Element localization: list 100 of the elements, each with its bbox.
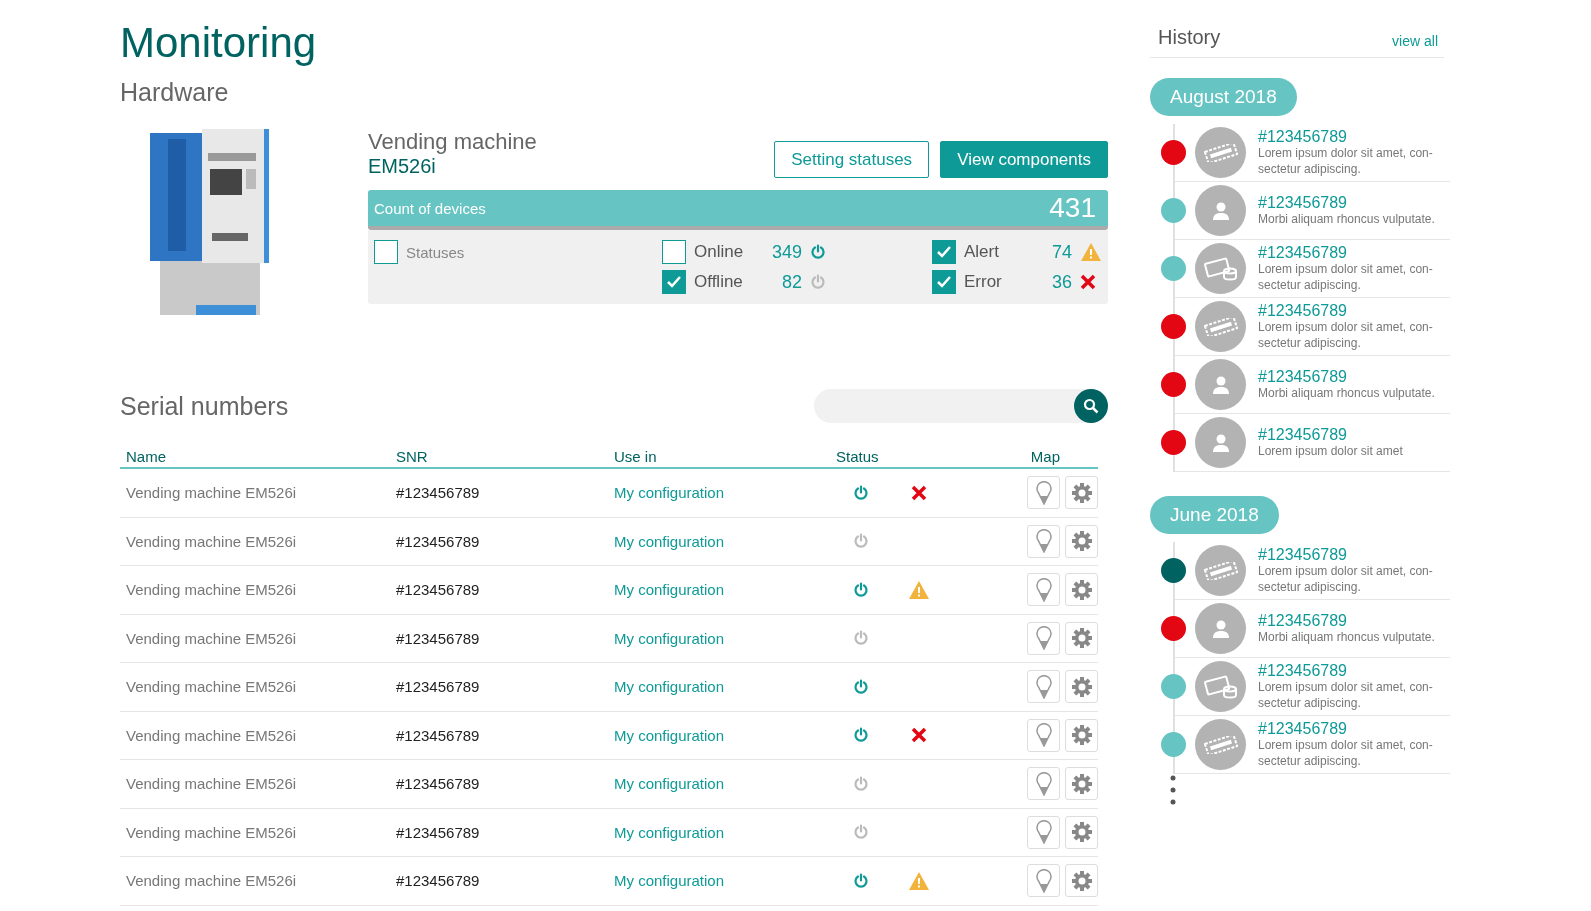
power-icon <box>853 533 869 550</box>
table-cell-text: #123456789 <box>396 726 481 744</box>
history-id[interactable]: #123456789 <box>1258 367 1448 386</box>
history-description: Morbi aliquam rhoncus vulputate. <box>1258 629 1436 646</box>
filter-label: Offline <box>694 272 744 293</box>
map-pin-icon <box>1035 771 1052 796</box>
table-cell-text: #123456789 <box>396 678 481 696</box>
warning-icon <box>1080 242 1102 263</box>
gear-icon <box>1070 675 1093 698</box>
history-id[interactable]: #123456789 <box>1258 425 1448 444</box>
section-title: Serial numbers <box>120 391 289 421</box>
configuration-link[interactable]: My configuration <box>614 872 836 890</box>
gear-icon <box>1070 869 1093 892</box>
settings-button[interactable] <box>1065 573 1098 607</box>
history-id[interactable]: #123456789 <box>1258 545 1448 564</box>
table-cell-text: Vending machine EM526i <box>126 775 298 793</box>
checkbox[interactable] <box>932 240 956 265</box>
settings-button[interactable] <box>1065 767 1098 801</box>
history-id[interactable]: #123456789 <box>1258 661 1448 680</box>
filter-label: Online <box>694 242 745 263</box>
table-cell-text: Vending machine EM526i <box>126 678 298 696</box>
settings-button[interactable] <box>1065 476 1098 510</box>
primary-button[interactable]: View components <box>940 141 1108 179</box>
map-button[interactable] <box>1027 767 1060 801</box>
search-button[interactable] <box>1074 389 1108 424</box>
table-cell-text: Vending machine EM526i <box>126 484 298 502</box>
map-button[interactable] <box>1027 718 1060 752</box>
map-button[interactable] <box>1027 476 1060 510</box>
settings-button[interactable] <box>1065 718 1098 752</box>
map-button[interactable] <box>1027 524 1060 558</box>
history-id[interactable]: #123456789 <box>1258 193 1448 212</box>
map-button[interactable] <box>1027 573 1060 607</box>
configuration-link[interactable]: My configuration <box>614 484 836 502</box>
device-model: EM526i <box>368 155 437 179</box>
table-cell-text: #123456789 <box>396 823 481 841</box>
map-button[interactable] <box>1027 670 1060 704</box>
map-pin-icon <box>1035 674 1052 699</box>
gear-icon <box>1070 724 1093 747</box>
settings-button[interactable] <box>1065 621 1098 655</box>
settings-button[interactable] <box>1065 670 1098 704</box>
history-title: History <box>1158 26 1221 49</box>
configuration-link[interactable]: My configuration <box>614 823 836 841</box>
checkbox[interactable] <box>932 270 956 295</box>
history-description: Lorem ipsum dolor sit amet, con-sectetur adipiscing. <box>1258 319 1434 352</box>
column-header: Use in <box>614 447 658 465</box>
map-button[interactable] <box>1027 864 1060 898</box>
view-all-link[interactable]: view all <box>1392 33 1438 49</box>
page-title: Monitoring <box>120 20 318 67</box>
history-id[interactable]: #123456789 <box>1258 243 1448 262</box>
configuration-link[interactable]: My configuration <box>614 775 836 793</box>
gear-icon <box>1070 772 1093 795</box>
device-name: Vending machine <box>368 129 537 156</box>
power-icon <box>810 274 826 291</box>
history-id[interactable]: #123456789 <box>1258 301 1448 320</box>
person-icon <box>1210 618 1231 639</box>
power-icon <box>810 244 826 261</box>
filter-count: 74 <box>1050 241 1072 263</box>
money-icon <box>1203 674 1238 699</box>
checkbox[interactable] <box>662 240 686 265</box>
table-cell-text: Vending machine EM526i <box>126 532 298 550</box>
power-icon <box>853 484 869 501</box>
filter-count: 349 <box>770 241 802 263</box>
gear-icon <box>1070 481 1093 504</box>
map-button[interactable] <box>1027 621 1060 655</box>
search-field[interactable] <box>814 389 1108 424</box>
configuration-link[interactable]: My configuration <box>614 726 836 744</box>
configuration-link[interactable]: My configuration <box>614 629 836 647</box>
gear-icon <box>1070 578 1093 601</box>
history-id[interactable]: #123456789 <box>1258 719 1448 738</box>
table-cell-text: Vending machine EM526i <box>126 823 298 841</box>
map-button[interactable] <box>1027 815 1060 849</box>
month-label: June 2018 <box>1150 496 1279 534</box>
power-icon <box>853 678 869 695</box>
gear-icon <box>1070 530 1093 553</box>
warning-icon <box>908 870 930 891</box>
table-cell-text: #123456789 <box>396 872 481 890</box>
filter-count: 36 <box>1050 271 1072 293</box>
settings-button[interactable] <box>1065 864 1098 898</box>
month-label: August 2018 <box>1150 78 1297 116</box>
power-icon <box>853 581 869 598</box>
table-cell-text: Vending machine EM526i <box>126 629 298 647</box>
settings-button[interactable] <box>1065 524 1098 558</box>
configuration-link[interactable]: My configuration <box>614 581 836 599</box>
settings-button[interactable] <box>1065 815 1098 849</box>
history-description: Lorem ipsum dolor sit amet <box>1258 443 1404 460</box>
configuration-link[interactable]: My configuration <box>614 532 836 550</box>
gear-icon <box>1070 821 1093 844</box>
configuration-link[interactable]: My configuration <box>614 678 836 696</box>
gear-icon <box>1070 627 1093 650</box>
history-description: Lorem ipsum dolor sit amet, con-sectetur adipiscing. <box>1258 261 1434 294</box>
map-pin-icon <box>1035 577 1052 602</box>
filter-count: 82 <box>780 271 802 293</box>
history-id[interactable]: #123456789 <box>1258 611 1448 630</box>
ticket-icon <box>1203 317 1238 336</box>
checkbox[interactable] <box>374 240 398 265</box>
outline-button[interactable]: Setting statuses <box>774 141 930 179</box>
history-description: Morbi aliquam rhoncus vulputate. <box>1258 385 1436 402</box>
history-id[interactable]: #123456789 <box>1258 127 1448 146</box>
checkbox[interactable] <box>662 270 686 295</box>
map-pin-icon <box>1035 480 1052 505</box>
